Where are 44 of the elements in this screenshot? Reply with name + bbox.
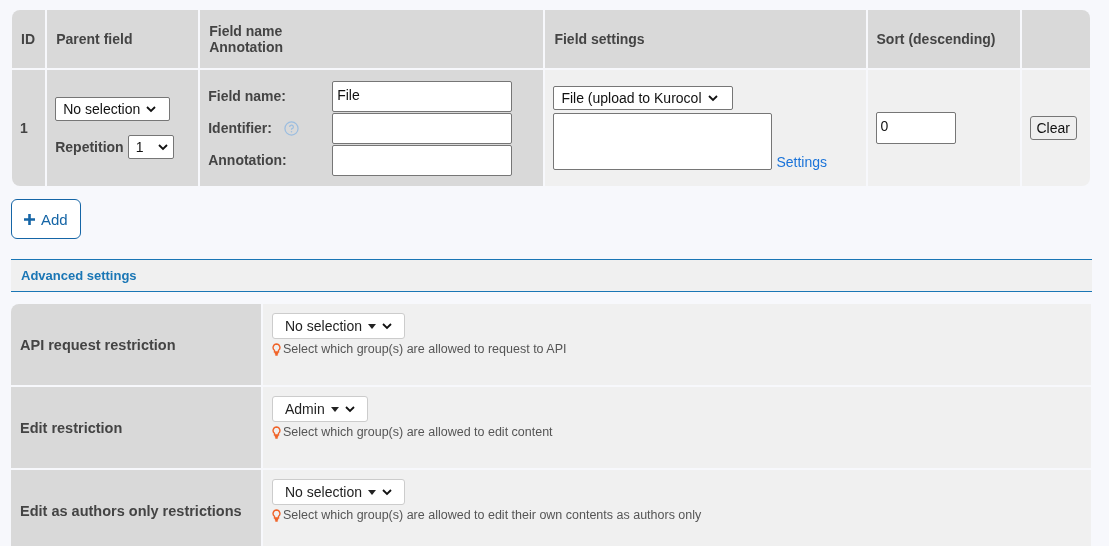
- clear-button[interactable]: Clear: [1029, 116, 1077, 140]
- hint-text: Select which group(s) are allowed to request to API: [283, 342, 567, 356]
- text-field[interactable]: [332, 144, 513, 176]
- text-field[interactable]: File: [332, 80, 513, 112]
- group-select[interactable]: Admin: [272, 396, 368, 422]
- column-header: ID: [12, 10, 46, 68]
- repetition-select[interactable]: 1: [127, 135, 174, 159]
- settings-textarea[interactable]: [553, 113, 773, 170]
- row-id: 1: [20, 120, 28, 136]
- hint-text: Select which group(s) are allowed to edit their own contents as authors only: [283, 508, 702, 522]
- column-header: Field settings: [545, 10, 866, 68]
- parent-field-select[interactable]: No selection: [55, 97, 171, 121]
- caret-icon: [368, 489, 377, 495]
- column-header: Sort (descending): [867, 10, 1020, 68]
- chevron-icon: [344, 405, 355, 413]
- chevron-icon: [382, 322, 393, 330]
- setting-label: API request restriction: [20, 336, 176, 353]
- section-header[interactable]: Advanced settings: [11, 259, 1092, 292]
- field-type-select[interactable]: File (upload to Kurocol: [553, 86, 734, 110]
- group-select[interactable]: No selection: [272, 479, 406, 505]
- plus-icon: [24, 213, 35, 225]
- chevron-icon: [707, 94, 718, 102]
- caret-icon: [368, 323, 377, 329]
- lightbulb-icon: [272, 425, 281, 439]
- repetition-label: Repetition: [55, 139, 124, 155]
- hint-text: Select which group(s) are allowed to edit content: [283, 425, 553, 439]
- settings-link[interactable]: Settings: [776, 154, 827, 170]
- field-label: Identifier:: [208, 120, 272, 136]
- caret-icon: [330, 406, 339, 412]
- text-field[interactable]: [332, 112, 513, 144]
- group-select[interactable]: No selection: [272, 313, 406, 339]
- field-label: Field name:: [208, 88, 286, 104]
- setting-label: Edit as authors only restrictions: [20, 502, 242, 519]
- chevron-icon: [146, 105, 157, 113]
- column-header: Field name Annotation: [200, 10, 544, 68]
- chevron-icon: [157, 143, 168, 151]
- lightbulb-icon: [272, 508, 281, 522]
- column-header: Parent field: [47, 10, 199, 68]
- sort-field[interactable]: 0: [875, 112, 956, 144]
- field-label: Annotation:: [208, 152, 287, 168]
- chevron-icon: [382, 488, 393, 496]
- setting-label: Edit restriction: [20, 419, 123, 436]
- lightbulb-icon: [272, 342, 281, 356]
- add-button[interactable]: Add: [11, 199, 81, 239]
